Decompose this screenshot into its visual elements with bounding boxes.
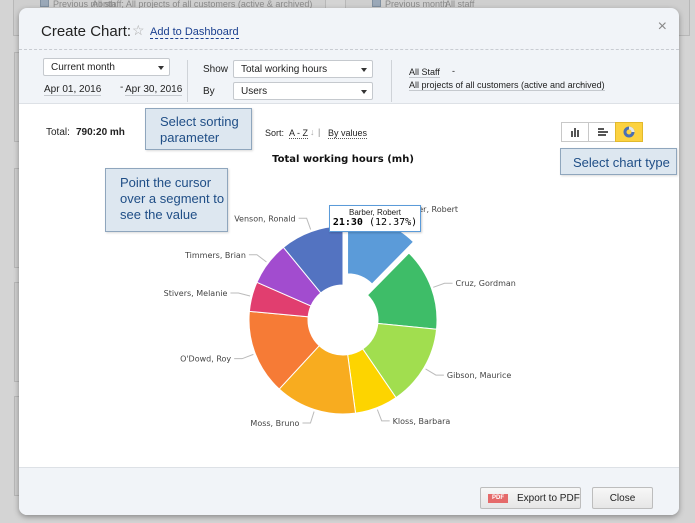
dialog-header: Create Chart: ☆ Add to Dashboard × (19, 8, 679, 50)
hover-callout: Point the cursor over a segment to see t… (105, 168, 228, 232)
label-leader-line (230, 292, 251, 297)
segment-label: Gibson, Maurice (447, 371, 512, 380)
dialog-footer: PDF Export to PDF Close (19, 467, 679, 515)
pdf-icon: PDF (488, 494, 508, 503)
label-leader-line (433, 282, 453, 288)
calendar-icon (40, 0, 49, 7)
staff-scope-link[interactable]: All Staff (409, 67, 440, 78)
staff-scope-suffix: - (452, 66, 455, 76)
add-to-dashboard-link[interactable]: Add to Dashboard (150, 26, 239, 39)
projects-scope-suffix: - (580, 79, 583, 89)
segment-label: Stivers, Melanie (164, 289, 228, 298)
segment-label: Venson, Ronald (234, 214, 295, 223)
calendar-icon (372, 0, 381, 7)
chart-area: Total: 790:20 mh Sort: A - Z ↓ | By valu… (19, 104, 679, 467)
date-from[interactable]: Apr 01, 2016 (44, 84, 102, 96)
segment-tooltip: Barber, Robert 21:30 (12.37%) (329, 205, 421, 232)
chevron-down-icon (361, 68, 367, 72)
by-select[interactable]: Users (233, 82, 373, 100)
date-separator: - (120, 82, 124, 93)
segment-label: Kloss, Barbara (393, 417, 451, 426)
label-leader-line (298, 217, 312, 230)
show-label: Show (203, 64, 229, 75)
sorting-callout: Select sorting parameter (145, 108, 252, 150)
date-to[interactable]: Apr 30, 2016 (125, 84, 183, 96)
period-select-value: Current month (51, 62, 115, 73)
export-pdf-label: Export to PDF (517, 493, 580, 504)
label-leader-line (248, 254, 267, 263)
label-leader-line (376, 409, 390, 422)
tooltip-name: Barber, Robert (348, 208, 402, 217)
chevron-down-icon (361, 90, 367, 94)
show-select-value: Total working hours (241, 64, 328, 75)
segment-label: Moss, Bruno (250, 419, 299, 428)
segment-label: Cruz, Gordman (456, 279, 516, 288)
by-label: By (203, 86, 215, 97)
chevron-down-icon (158, 66, 164, 70)
label-leader-line (425, 368, 444, 376)
label-leader-line (234, 353, 254, 360)
chart-title: Total working hours (mh) (272, 154, 414, 165)
close-button[interactable]: Close (592, 487, 653, 509)
show-select[interactable]: Total working hours (233, 60, 373, 78)
divider (187, 60, 188, 102)
export-pdf-button[interactable]: PDF Export to PDF (480, 487, 581, 509)
period-select[interactable]: Current month (43, 58, 170, 76)
close-icon[interactable]: × (658, 18, 667, 36)
label-leader-line (302, 411, 315, 424)
segment-label: O'Dowd, Roy (180, 355, 231, 364)
dialog-title: Create Chart: (41, 23, 132, 40)
filter-bar: Current month Apr 01, 2016 - Apr 30, 201… (19, 50, 679, 104)
tooltip-value: 21:30 (332, 217, 363, 228)
projects-scope-link[interactable]: All projects of all customers (active an… (409, 80, 605, 91)
chart-type-callout: Select chart type (560, 148, 677, 175)
tooltip-percent: (12.37%) (368, 217, 418, 228)
divider (391, 60, 392, 102)
by-select-value: Users (241, 86, 268, 97)
segment-label: Timmers, Brian (184, 251, 246, 260)
create-chart-dialog: Create Chart: ☆ Add to Dashboard × Curre… (19, 8, 679, 515)
star-icon[interactable]: ☆ (132, 22, 145, 39)
